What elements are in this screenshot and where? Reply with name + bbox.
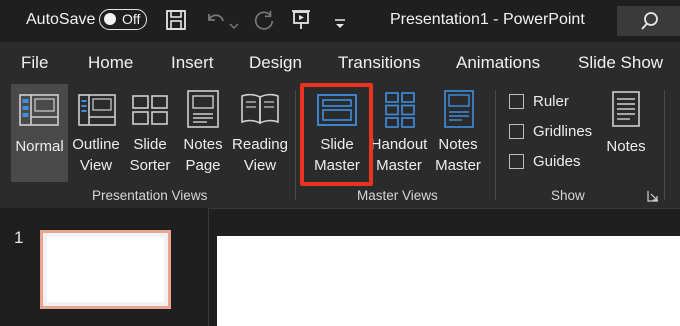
slide-sorter-label-1: Slide <box>133 136 167 153</box>
ruler-label: Ruler <box>533 93 569 110</box>
gridlines-label: Gridlines <box>533 123 593 140</box>
reading-view-icon <box>241 93 279 125</box>
tab-transitions[interactable]: Transitions <box>338 53 421 73</box>
autosave-label: AutoSave <box>26 11 96 28</box>
autosave-toggle[interactable]: Off <box>99 9 147 30</box>
handout-master-label-1: Handout <box>370 136 428 153</box>
notes-label: Notes <box>606 138 646 155</box>
slide-number: 1 <box>14 228 24 247</box>
reading-view-label-1: Reading <box>232 136 288 153</box>
document-title: Presentation1 - PowerPoint <box>390 11 585 28</box>
tab-animations[interactable]: Animations <box>456 53 540 73</box>
normal-view-icon <box>19 94 59 126</box>
tab-slide-show[interactable]: Slide Show <box>578 53 663 73</box>
tab-home[interactable]: Home <box>88 53 133 73</box>
notes-page-icon <box>187 90 219 128</box>
notes-master-button[interactable]: Notes Master <box>432 84 484 182</box>
notes-page-label-1: Notes <box>183 136 223 153</box>
reading-view-label-2: View <box>243 157 277 174</box>
group-separator <box>495 90 496 200</box>
notes-page-button[interactable]: Notes Page <box>178 84 228 182</box>
group-separator <box>664 90 665 200</box>
handout-master-icon <box>385 92 415 128</box>
reading-view-button[interactable]: Reading View <box>230 84 290 182</box>
undo-icon[interactable] <box>203 8 227 32</box>
notes-master-icon <box>444 90 474 128</box>
notes-icon <box>612 91 640 127</box>
slide-sorter-label-2: Sorter <box>129 157 171 174</box>
master-views-group-label: Master Views <box>357 188 438 203</box>
handout-master-label-2: Master <box>376 157 422 174</box>
redo-icon[interactable] <box>251 8 277 32</box>
present-icon[interactable] <box>290 8 312 32</box>
outline-view-button[interactable]: Outline View <box>68 84 124 182</box>
search-box[interactable] <box>617 6 680 36</box>
show-group-label: Show <box>551 188 585 203</box>
group-separator <box>295 90 296 200</box>
tab-file[interactable]: File <box>21 53 48 73</box>
outline-view-label-1: Outline <box>72 136 120 153</box>
dialog-launcher-icon[interactable] <box>647 190 659 202</box>
slide-thumbnail[interactable] <box>40 230 171 309</box>
notes-page-label-2: Page <box>185 157 221 174</box>
tab-insert[interactable]: Insert <box>171 53 214 73</box>
guides-label: Guides <box>533 153 581 170</box>
presentation-views-group-label: Presentation Views <box>92 188 208 203</box>
guides-checkbox[interactable] <box>509 154 524 169</box>
undo-dropdown-icon[interactable] <box>229 14 239 38</box>
slide-thumbnail-preview <box>47 237 164 302</box>
normal-view-label: Normal <box>15 138 64 155</box>
tab-design[interactable]: Design <box>249 53 302 73</box>
slide-canvas[interactable] <box>217 236 680 326</box>
normal-view-button[interactable]: Normal <box>11 84 68 182</box>
slide-sorter-button[interactable]: Slide Sorter <box>126 84 174 182</box>
slide-thumbnail-pane: 1 <box>0 208 208 326</box>
slide-master-highlight <box>300 83 373 186</box>
notes-master-label-2: Master <box>435 157 481 174</box>
save-icon[interactable] <box>165 8 187 32</box>
notes-button[interactable]: Notes <box>600 84 652 182</box>
outline-view-label-2: View <box>79 157 113 174</box>
ribbon-tabs: File Home Insert Design Transitions Anim… <box>0 42 680 84</box>
pane-divider[interactable] <box>208 208 209 326</box>
outline-view-icon <box>78 94 116 126</box>
gridlines-checkbox[interactable] <box>509 124 524 139</box>
notes-master-label-1: Notes <box>438 136 478 153</box>
toggle-knob <box>104 13 116 25</box>
customize-qat-icon[interactable] <box>333 12 347 36</box>
slide-sorter-icon <box>132 95 168 125</box>
search-icon[interactable] <box>640 11 660 31</box>
title-bar: AutoSave Off Presentation1 - PowerPoint <box>0 0 680 42</box>
handout-master-button[interactable]: Handout Master <box>368 84 430 182</box>
autosave-state: Off <box>122 11 141 27</box>
ruler-checkbox[interactable] <box>509 94 524 109</box>
